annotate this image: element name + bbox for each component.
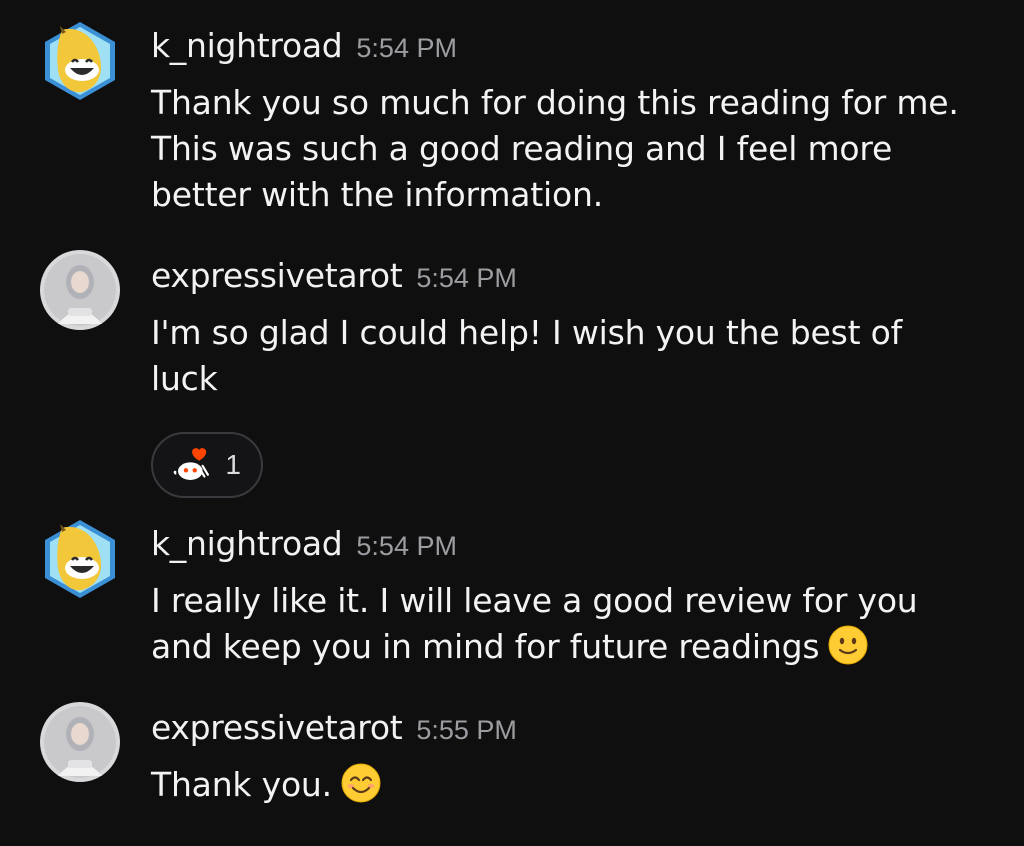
person-photo-avatar-icon[interactable] xyxy=(38,700,122,784)
message-text: I really like it. I will leave a good re… xyxy=(151,578,984,670)
message-author[interactable]: k_nightroad xyxy=(151,524,343,563)
message-line: luck xyxy=(151,359,218,398)
message-author[interactable]: expressivetarot xyxy=(151,256,403,295)
message-author[interactable]: expressivetarot xyxy=(151,708,403,747)
message-timestamp: 5:54 PM xyxy=(356,531,457,561)
message-text: Thank you so much for doing this reading… xyxy=(151,80,984,218)
message-line: better with the information. xyxy=(151,175,603,214)
message-line: I really like it. I will leave a good re… xyxy=(151,581,918,620)
reaction-button[interactable]: 1 xyxy=(151,432,263,498)
message-timestamp: 5:55 PM xyxy=(416,715,517,745)
message-line: and keep you in mind for future readings xyxy=(151,627,820,666)
message-line-with-emoji: Thank you. xyxy=(151,762,984,808)
message-line: I'm so glad I could help! I wish you the… xyxy=(151,313,903,352)
message-line: Thank you. xyxy=(151,765,332,804)
slightly-smiling-face-icon xyxy=(828,625,868,665)
snoo-heart-icon xyxy=(173,448,210,480)
banana-character-avatar-icon[interactable] xyxy=(38,18,122,102)
message-timestamp: 5:54 PM xyxy=(416,263,517,293)
message-line-with-emoji: and keep you in mind for future readings xyxy=(151,624,984,670)
smiling-face-with-smiling-eyes-icon xyxy=(341,763,381,803)
chat-message-list: k_nightroad 5:54 PM Thank you so much fo… xyxy=(0,0,1024,846)
message-line: This was such a good reading and I feel … xyxy=(151,129,893,168)
banana-character-avatar-icon[interactable] xyxy=(38,516,122,600)
message-author[interactable]: k_nightroad xyxy=(151,26,343,65)
message-line: Thank you so much for doing this reading… xyxy=(151,83,959,122)
message-timestamp: 5:54 PM xyxy=(356,33,457,63)
person-photo-avatar-icon[interactable] xyxy=(38,248,122,332)
message-text: Thank you. xyxy=(151,762,984,808)
message-text: I'm so glad I could help! I wish you the… xyxy=(151,310,984,402)
reaction-count: 1 xyxy=(225,449,241,480)
